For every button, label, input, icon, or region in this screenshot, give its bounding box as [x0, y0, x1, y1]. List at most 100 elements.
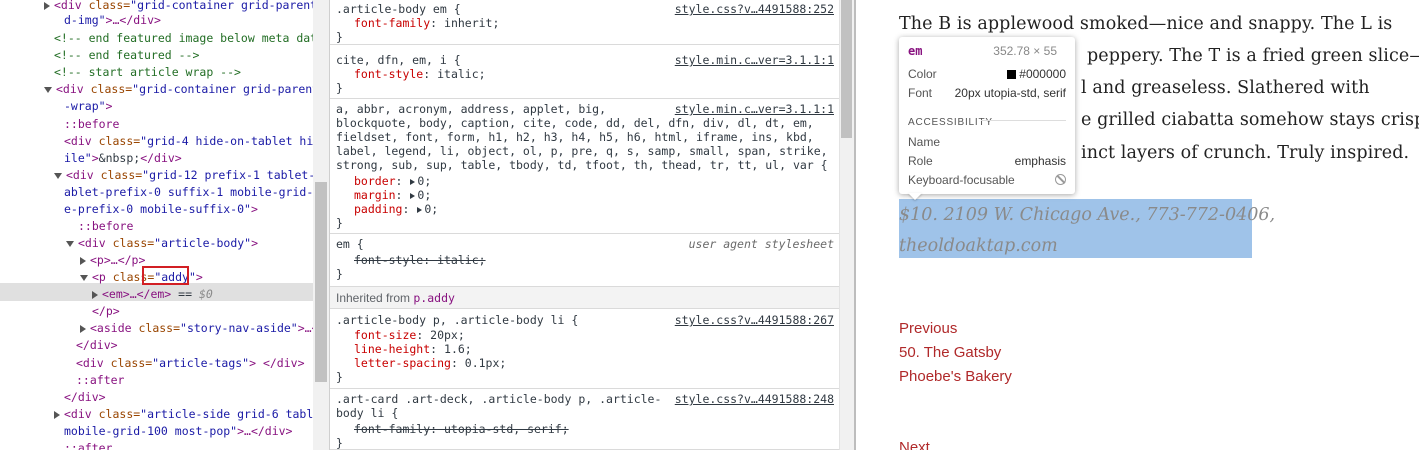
expand-arrow-icon[interactable] — [80, 256, 86, 265]
code-token: : inherit; — [430, 16, 500, 30]
source-link[interactable]: style.min.c…ver=3.1.1:1 — [675, 101, 834, 117]
collapse-arrow-icon[interactable] — [44, 86, 52, 93]
style-declaration[interactable]: font-style: italic; — [354, 252, 486, 268]
code-token: </div> — [64, 390, 106, 404]
no-icon — [1055, 174, 1066, 185]
expand-arrow-icon[interactable] — [44, 1, 50, 10]
dom-node-line[interactable]: <div class="article-side grid-6 tablet — [54, 405, 313, 423]
code-token: a, abbr, acronym, address, applet, big, — [336, 102, 607, 116]
dom-node-line[interactable]: <!-- end featured --> — [54, 46, 199, 64]
next-link[interactable]: Next — [899, 439, 930, 450]
style-selector[interactable]: } — [336, 266, 343, 282]
style-selector[interactable]: strong, sub, sup, table, tbody, td, tfoo… — [336, 157, 828, 173]
expand-shorthand-icon[interactable] — [410, 178, 416, 185]
style-selector[interactable]: } — [336, 435, 343, 450]
style-declaration[interactable]: font-family: inherit; — [354, 15, 499, 31]
tooltip-name-label: Name — [908, 135, 941, 149]
source-link[interactable]: style.min.c…ver=3.1.1:1 — [675, 52, 834, 68]
style-selector[interactable]: .article-body p, .article-body li { — [336, 312, 578, 328]
style-declaration[interactable]: font-family: utopia-std, serif; — [354, 421, 569, 437]
style-rule[interactable]: .article-body p, .article-body li {font-… — [330, 310, 839, 389]
code-token: > — [91, 151, 99, 165]
code-token: } — [336, 370, 343, 384]
style-selector[interactable]: } — [336, 80, 343, 96]
dom-node-line[interactable]: ::before — [78, 217, 133, 235]
website-line[interactable]: theoldoaktap.com — [899, 230, 1058, 262]
tooltip-keyboard-label: Keyboard-focusable — [908, 173, 1015, 187]
dom-node-line[interactable]: </div> — [64, 388, 106, 406]
dom-node-line[interactable]: ablet-prefix-0 suffix-1 mobile-grid-10 — [64, 183, 313, 201]
style-rule[interactable]: .art-card .art-deck, .article-body p, .a… — [330, 390, 839, 450]
dom-node-line[interactable]: </p> — [92, 302, 120, 320]
code-token: cite, dfn, em, i { — [336, 53, 461, 67]
code-token: "grid-4 hide-on-tablet hide — [140, 134, 313, 148]
inherited-tag-link[interactable]: p.addy — [413, 291, 455, 305]
collapse-arrow-icon[interactable] — [66, 240, 74, 247]
style-selector[interactable]: body li { — [336, 405, 398, 421]
source-link[interactable]: style.css?v…4491588:248 — [675, 391, 834, 407]
style-rule[interactable]: em {font-style: italic;} user agent style… — [330, 235, 839, 287]
code-token: -wrap" — [64, 99, 106, 113]
dom-node-line[interactable]: e-prefix-0 mobile-suffix-0"> — [64, 200, 258, 218]
code-token: </div> — [140, 151, 182, 165]
code-token: class= — [112, 236, 155, 250]
expand-shorthand-icon[interactable] — [410, 192, 416, 199]
styles-scrollbar-thumb[interactable] — [841, 0, 852, 138]
dom-node-line[interactable]: <div class="grid-12 prefix-1 tablet-gr — [54, 166, 313, 184]
code-token: &nbsp; — [98, 151, 141, 165]
style-declaration[interactable]: padding: 0; — [354, 201, 438, 217]
code-token: : italic; — [423, 67, 486, 81]
previous-link[interactable]: Previous — [899, 320, 957, 337]
paragraph-line: l and greaseless. Slathered with — [1081, 78, 1370, 98]
dom-node-line[interactable]: <div class="article-tags"> </div> — [76, 354, 305, 372]
style-selector[interactable]: } — [336, 215, 343, 231]
dom-node-line[interactable]: <!-- end featured image below meta data — [54, 29, 313, 47]
dom-node-line[interactable]: <div class="grid-4 hide-on-tablet hide — [64, 132, 313, 150]
dom-node-line[interactable]: ::before — [64, 115, 119, 133]
expand-shorthand-icon[interactable] — [417, 206, 423, 213]
code-token: <div — [64, 407, 99, 421]
code-token: label, legend, li, object, ol, p, pre, q… — [336, 144, 828, 158]
style-selector[interactable]: } — [336, 29, 343, 45]
code-token: ::after — [76, 373, 125, 387]
source-link[interactable]: style.css?v…4491588:252 — [675, 1, 834, 17]
style-declaration[interactable]: font-style: italic; — [354, 66, 486, 82]
code-token: >…</ — [297, 321, 313, 335]
style-selector[interactable]: } — [336, 369, 343, 385]
dom-node-line[interactable]: ::after — [76, 371, 124, 389]
code-token: ablet-prefix-0 suffix-1 mobile-grid-10 — [64, 185, 313, 199]
expand-arrow-icon[interactable] — [54, 410, 60, 419]
style-rule[interactable]: .article-body em {font-family: inherit;}… — [330, 0, 839, 45]
previous-title-link[interactable]: 50. The Gatsby — [899, 344, 1001, 361]
style-rule[interactable]: a, abbr, acronym, address, applet, big, b… — [330, 100, 839, 234]
dom-node-line[interactable]: <!-- start article wrap --> — [54, 63, 241, 81]
dom-node-line[interactable]: <aside class="story-nav-aside">…</ — [80, 319, 313, 337]
elements-scrollbar-thumb[interactable] — [315, 182, 327, 382]
previous-subtitle-link[interactable]: Phoebe's Bakery — [899, 368, 1012, 385]
tooltip-arrow — [908, 193, 922, 200]
dom-node-line[interactable]: </div> — [76, 336, 118, 354]
dom-node-line[interactable]: <p>…</p> — [80, 251, 145, 269]
style-selector[interactable]: em { — [336, 236, 364, 252]
dom-node-line[interactable]: d-img">…</div> — [64, 11, 161, 29]
style-rule[interactable]: cite, dfn, em, i {font-style: italic;} st… — [330, 46, 839, 99]
style-declaration[interactable]: letter-spacing: 0.1px; — [354, 355, 506, 371]
expand-arrow-icon[interactable] — [80, 324, 86, 333]
dom-node-line[interactable]: mobile-grid-100 most-pop">…</div> — [64, 422, 292, 440]
tooltip-separator — [981, 120, 1066, 121]
code-token: <div — [66, 168, 101, 182]
dom-node-line[interactable]: <div class="grid-container grid-parent a — [44, 80, 313, 98]
collapse-arrow-icon[interactable] — [80, 274, 88, 281]
tooltip-color-value-wrap: #000000 — [1007, 67, 1066, 81]
dom-node-line[interactable]: <em>…</em> == $0 — [92, 285, 213, 303]
collapse-arrow-icon[interactable] — [54, 172, 62, 179]
code-token: <div — [78, 236, 113, 250]
expand-arrow-icon[interactable] — [92, 290, 98, 299]
dom-node-line[interactable]: ::after — [64, 439, 112, 450]
dom-node-line[interactable]: <div class="article-body"> — [66, 234, 258, 252]
dom-node-line[interactable]: ile">&nbsp;</div> — [64, 149, 182, 167]
dom-node-line[interactable]: -wrap"> — [64, 97, 112, 115]
code-token: ile" — [64, 151, 92, 165]
code-token: body li { — [336, 406, 399, 420]
source-link[interactable]: style.css?v…4491588:267 — [675, 312, 834, 328]
